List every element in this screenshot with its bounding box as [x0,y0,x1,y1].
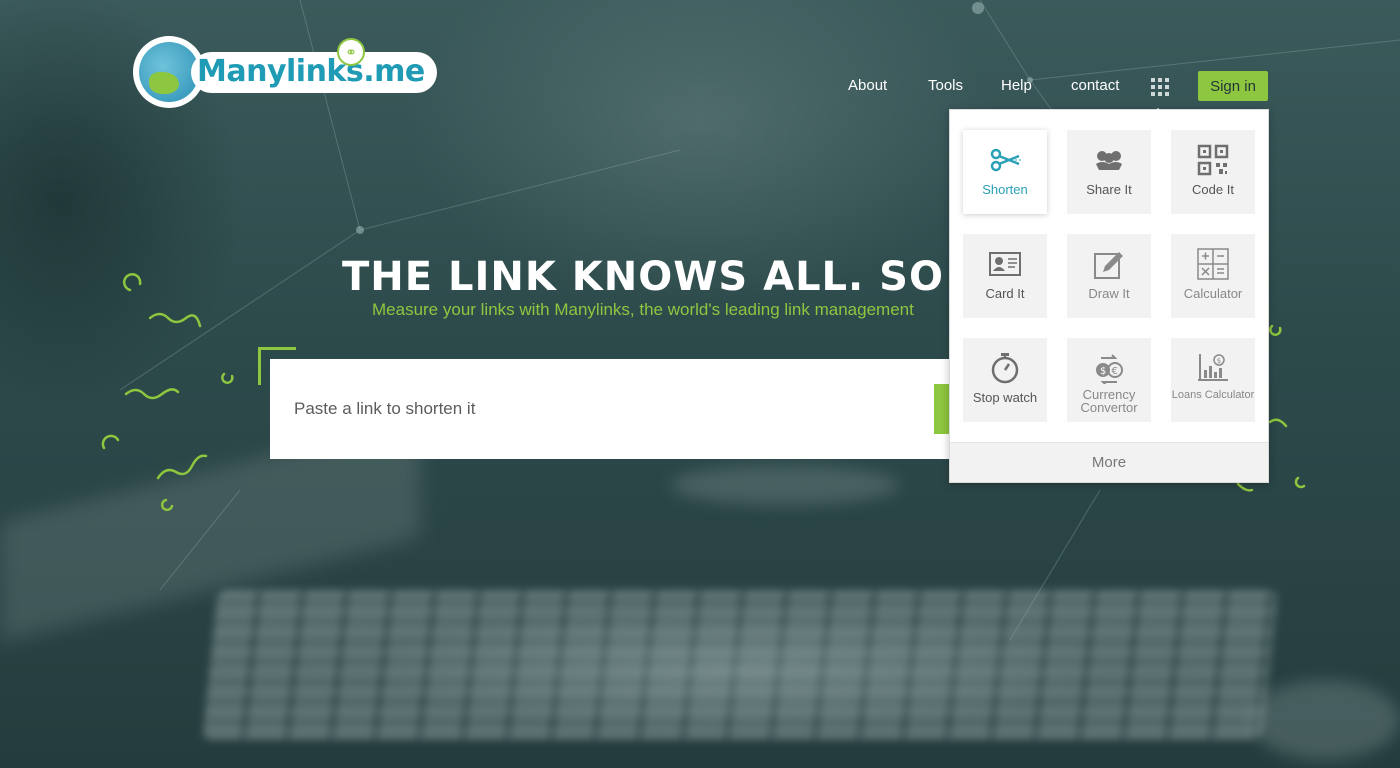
shorten-form [270,359,970,459]
svg-text:$: $ [1100,366,1106,377]
tool-label: Loans Calculator [1171,389,1255,401]
tool-label: Code It [1192,182,1234,197]
tool-loans-calculator[interactable]: $ Loans Calculator [1171,338,1255,422]
hero-subtitle: Measure your links with Manylinks, the w… [372,300,914,319]
scissors-icon [990,148,1021,172]
calculator-icon [1197,248,1229,280]
tool-calculator[interactable]: Calculator [1171,234,1255,318]
link-badge-icon: ⚭ [337,37,365,66]
loan-chart-icon: $ [1198,354,1228,381]
sign-in-button[interactable]: Sign in [1198,71,1268,101]
tool-card-it[interactable]: Card It [963,234,1047,318]
tool-shorten[interactable]: Shorten [963,130,1047,214]
shorten-url-input[interactable] [294,389,894,429]
stopwatch-icon [991,353,1019,384]
nav-about[interactable]: About [848,77,887,94]
id-card-icon [989,252,1021,276]
tool-currency-convertor[interactable]: $ € Currency Convertor [1067,338,1151,422]
apps-grid-icon[interactable] [1151,78,1169,96]
tool-label: Draw It [1088,286,1130,301]
tool-label: Calculator [1183,286,1243,301]
nav-contact[interactable]: contact [1071,77,1119,94]
people-icon [1096,151,1122,170]
tool-draw-it[interactable]: Draw It [1067,234,1151,318]
tool-share-it[interactable]: Share It [1067,130,1151,214]
tool-label: Shorten [982,182,1028,197]
nav-tools[interactable]: Tools [928,77,963,94]
tool-code-it[interactable]: Code It [1171,130,1255,214]
tool-label: Card It [985,286,1025,301]
svg-text:€: € [1112,366,1118,377]
more-tools-link[interactable]: More [950,442,1268,482]
main-nav: About Tools Help contact [0,72,1400,102]
tool-label: Currency Convertor [1080,387,1138,415]
tool-stop-watch[interactable]: Stop watch [963,338,1047,422]
nav-help[interactable]: Help [1001,77,1032,94]
pencil-drawing-icon [1094,252,1123,279]
tool-label: Stop watch [972,390,1038,405]
qr-code-icon [1197,144,1229,176]
currency-exchange-icon: $ € [1096,354,1123,384]
svg-text:$: $ [1217,357,1221,365]
apps-dropdown-menu: Shorten Share It Code It Card It Draw It [949,108,1269,483]
tool-label: Share It [1086,182,1132,197]
